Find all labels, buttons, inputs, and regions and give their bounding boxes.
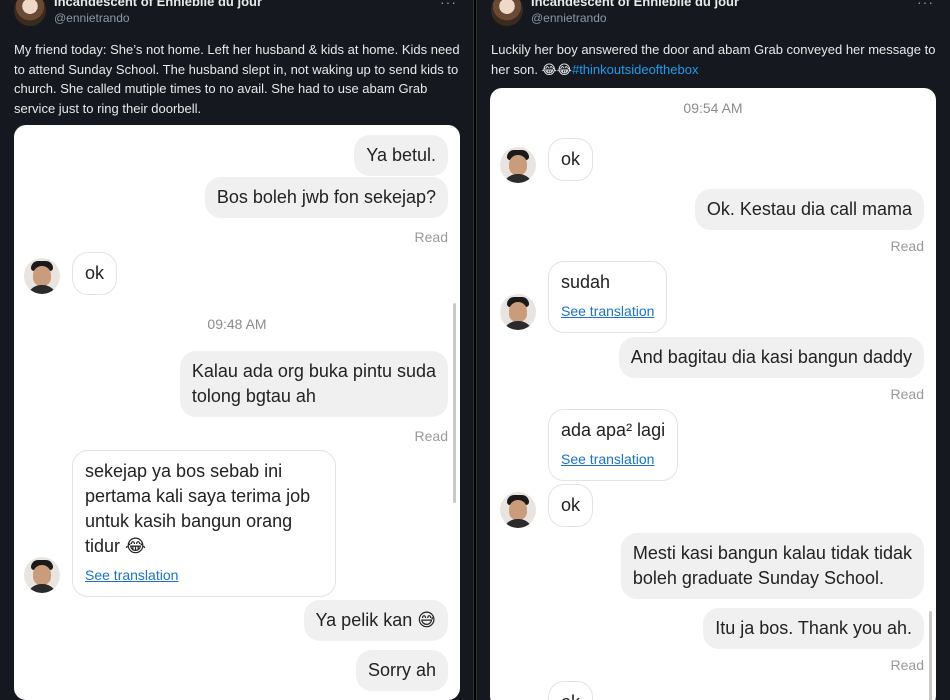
left-tweet: Incandescent of Ennieblle du jour @ennie… [0, 0, 474, 700]
chat-message-incoming: ada apa² lagi See translation [548, 409, 679, 481]
chat-message-outgoing: Itu ja bos. Thank you ah. [703, 608, 924, 649]
tweet-text-main: Luckily her boy answered the door and ab… [491, 42, 936, 77]
display-name[interactable]: Incandescent of Ennieblle du jour [531, 0, 739, 9]
message-line: ada apa² lagi [561, 420, 666, 440]
chat-message-outgoing: And bagitau dia kasi bangun daddy [618, 337, 924, 378]
profile-avatar[interactable] [491, 0, 523, 26]
message-line: tidur 😂 [85, 536, 147, 556]
chat-message-incoming: ok [72, 252, 118, 295]
tweet-header: Incandescent of Ennieblle du jour @ennie… [491, 0, 940, 26]
profile-avatar[interactable] [14, 0, 46, 26]
hashtag-link[interactable]: #thinkoutsideofthebox [572, 62, 698, 77]
see-translation-link[interactable]: See translation [561, 299, 654, 324]
chat-message-incoming: sudah See translation [548, 261, 668, 333]
scrollbar[interactable] [929, 611, 932, 700]
chat-message-outgoing: Sorry ah [355, 650, 448, 691]
chat-message-outgoing: Ya betul. [354, 135, 448, 176]
chat-message-outgoing: Mesti kasi bangun kalau tidak tidak bole… [620, 533, 924, 599]
driver-avatar [500, 147, 536, 183]
chat-message-incoming: ok [548, 484, 594, 527]
tweet-header: Incandescent of Ennieblle du jour @ennie… [14, 0, 463, 26]
message-line: Mesti kasi bangun kalau tidak tidak [632, 543, 912, 563]
chat-screenshot: 09:54 AM ok Ok. Kestau dia call mama Rea… [490, 88, 936, 700]
scrollbar[interactable] [453, 303, 456, 503]
message-line: Kalau ada org buka pintu suda [191, 361, 436, 381]
see-translation-link[interactable]: See translation [561, 447, 665, 472]
display-name[interactable]: Incandescent of Ennieblle du jour [54, 0, 262, 9]
timestamp: 09:54 AM [683, 100, 743, 116]
tweet-text: My friend today: She’s not home. Left he… [14, 42, 460, 116]
timestamp: 09:48 AM [207, 316, 267, 332]
chat-screenshot: Ya betul. Bos boleh jwb fon sekejap? Rea… [14, 125, 460, 700]
chat-message-outgoing: Kalau ada org buka pintu suda tolong bgt… [179, 351, 448, 417]
right-tweet: Incandescent of Ennieblle du jour @ennie… [476, 0, 950, 700]
chat-message-outgoing: Ya pelik kan 😅 [303, 600, 448, 641]
read-receipt: Read [890, 386, 924, 402]
read-receipt: Read [890, 657, 924, 673]
chat-message-incoming: sekejap ya bos sebab ini pertama kali sa… [72, 450, 336, 597]
driver-avatar [500, 492, 536, 528]
driver-avatar [500, 294, 536, 330]
tweet-text: Luckily her boy answered the door and ab… [491, 40, 940, 79]
driver-avatar [24, 258, 60, 294]
more-icon[interactable]: ··· [917, 0, 934, 10]
message-line: untuk kasih bangun orang [85, 511, 293, 531]
message-line: boleh graduate Sunday School. [632, 568, 885, 588]
message-line: tolong bgtau ah [191, 386, 316, 406]
chat-message-incoming: ok [548, 138, 594, 181]
more-icon[interactable]: ··· [440, 0, 457, 10]
read-receipt: Read [414, 428, 448, 444]
read-receipt: Read [414, 229, 448, 245]
message-line: pertama kali saya terima job [85, 486, 311, 506]
user-handle[interactable]: @ennietrando [531, 11, 607, 25]
read-receipt: Read [890, 238, 924, 254]
message-line: sudah [561, 272, 611, 292]
user-handle[interactable]: @ennietrando [54, 11, 130, 25]
see-translation-link[interactable]: See translation [85, 563, 323, 588]
chat-message-incoming: ok [548, 681, 594, 700]
chat-message-outgoing: Bos boleh jwb fon sekejap? [204, 177, 448, 218]
driver-avatar [24, 557, 60, 593]
message-line: sekejap ya bos sebab ini [85, 461, 283, 481]
chat-message-outgoing: Ok. Kestau dia call mama [694, 189, 924, 230]
